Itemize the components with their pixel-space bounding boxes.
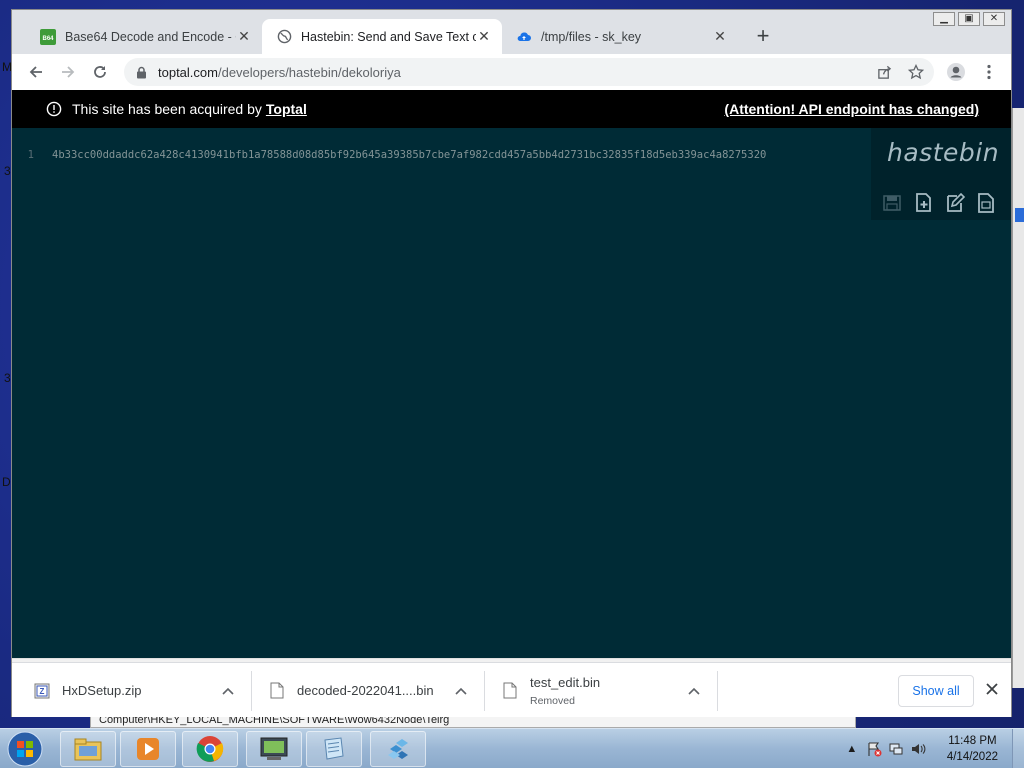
clock-date: 4/14/2022 [946, 751, 998, 763]
tab-title: /tmp/files - sk_key [541, 29, 642, 44]
system-clock[interactable]: 11:48 PM 4/14/2022 [947, 733, 998, 765]
zip-file-icon: Z [34, 682, 50, 700]
hastebin-toolbar: hastebin [871, 128, 1011, 220]
download-status: Removed [530, 694, 575, 707]
svg-text:B64: B64 [42, 36, 54, 42]
tab-strip: B64 Base64 Decode and Encode - Online ✕ … [12, 10, 1011, 54]
url-path: /developers/hastebin/dekoloriya [217, 64, 401, 80]
new-document-icon[interactable] [913, 192, 935, 214]
cloud-upload-icon [516, 29, 532, 45]
address-bar[interactable]: toptal.com/developers/hastebin/dekoloriy… [124, 58, 934, 86]
action-center-flag-icon[interactable] [866, 741, 882, 757]
back-icon[interactable] [24, 60, 48, 84]
page-content: This site has been acquired by Toptal (A… [12, 90, 1011, 658]
close-tab-icon[interactable]: ✕ [476, 28, 492, 45]
file-icon [269, 682, 285, 700]
maximize-icon[interactable]: ▣ [958, 12, 980, 26]
file-icon [502, 682, 518, 700]
toptal-link[interactable]: Toptal [266, 101, 307, 117]
download-filename: decoded-2022041....bin [297, 683, 434, 698]
reload-icon[interactable] [88, 60, 112, 84]
chevron-up-icon[interactable] [686, 682, 702, 700]
menu-kebab-icon[interactable] [977, 60, 1001, 84]
code-editor[interactable]: 1 4b33cc00ddaddc62a428c4130941bfb1a78588… [12, 128, 1011, 658]
chevron-up-icon[interactable] [220, 682, 236, 700]
taskbar-registry-editor-icon[interactable] [370, 731, 426, 767]
download-divider [251, 671, 252, 711]
banner-message: This site has been acquired by [72, 101, 262, 117]
close-window-icon[interactable]: ✕ [983, 12, 1005, 26]
globe-icon [276, 29, 292, 45]
acquisition-banner: This site has been acquired by Toptal (A… [12, 90, 1011, 128]
lock-icon[interactable] [134, 66, 148, 79]
taskbar-chrome-icon[interactable] [182, 731, 238, 767]
background-window-edge [1012, 108, 1024, 688]
download-filename: HxDSetup.zip [62, 683, 142, 698]
taskbar-media-player-icon[interactable] [120, 731, 176, 767]
download-divider [717, 671, 718, 711]
tab-base64[interactable]: B64 Base64 Decode and Encode - Online ✕ [26, 19, 262, 54]
window-controls: ▁ ▣ ✕ [933, 12, 1005, 26]
browser-window: B64 Base64 Decode and Encode - Online ✕ … [11, 9, 1012, 717]
raw-text-icon[interactable] [975, 192, 997, 214]
code-line: 1 4b33cc00ddaddc62a428c4130941bfb1a78588… [12, 149, 767, 161]
base64-favicon: B64 [40, 28, 56, 45]
taskbar-notepad-icon[interactable] [306, 731, 362, 767]
code-text[interactable]: 4b33cc00ddaddc62a428c4130941bfb1a78588d0… [52, 149, 766, 161]
share-icon[interactable] [872, 60, 896, 84]
volume-icon[interactable] [910, 741, 926, 757]
start-button[interactable] [4, 730, 46, 768]
desktop-edge-letter: 3 [4, 164, 11, 178]
desktop-edge-letter: 3 [4, 371, 11, 385]
close-tab-icon[interactable]: ✕ [712, 28, 728, 45]
taskbar-explorer-icon[interactable] [60, 731, 116, 767]
new-tab-button[interactable]: + [750, 24, 776, 50]
duplicate-edit-icon[interactable] [944, 192, 966, 214]
tab-title: Hastebin: Send and Save Text or Code Sni… [301, 29, 476, 44]
save-icon[interactable] [881, 192, 903, 214]
show-hidden-icons-icon[interactable]: ▲ [844, 741, 860, 757]
download-item[interactable]: decoded-2022041....bin [269, 663, 479, 718]
download-item[interactable]: Z HxDSetup.zip [34, 663, 244, 718]
tab-title: Base64 Decode and Encode - Online [65, 29, 236, 44]
close-downloads-bar-icon[interactable] [982, 679, 1002, 699]
download-item[interactable]: test_edit.bin Removed [502, 663, 712, 718]
show-all-downloads-button[interactable]: Show all [898, 675, 974, 707]
taskbar: ▲ 11:48 PM 4/14/2022 [0, 728, 1024, 768]
minimize-icon[interactable]: ▁ [933, 12, 955, 26]
bookmark-star-icon[interactable] [904, 60, 928, 84]
tab-hastebin[interactable]: Hastebin: Send and Save Text or Code Sni… [262, 19, 502, 54]
chevron-up-icon[interactable] [453, 682, 469, 700]
desktop-edge-letter: D [2, 475, 11, 489]
browser-toolbar: toptal.com/developers/hastebin/dekoloriy… [12, 54, 1011, 90]
tab-tmp-files[interactable]: /tmp/files - sk_key ✕ [502, 19, 738, 54]
api-endpoint-notice-link[interactable]: (Attention! API endpoint has changed) [724, 101, 979, 117]
downloads-bar: Z HxDSetup.zip decoded-2022041....bin te… [12, 662, 1011, 717]
clock-time: 11:48 PM [948, 735, 997, 747]
download-divider [484, 671, 485, 711]
hastebin-logo: hastebin [887, 138, 1000, 167]
profile-avatar-icon[interactable] [944, 60, 968, 84]
show-desktop-button[interactable] [1012, 729, 1024, 768]
forward-icon[interactable] [56, 60, 80, 84]
url-text[interactable]: toptal.com/developers/hastebin/dekoloriy… [158, 65, 401, 80]
svg-text:Z: Z [40, 687, 45, 696]
taskbar-terminal-icon[interactable] [246, 731, 302, 767]
url-host: toptal.com [158, 64, 218, 80]
download-filename: test_edit.bin [530, 674, 601, 690]
info-icon [46, 101, 62, 117]
system-tray: ▲ 11:48 PM 4/14/2022 [841, 729, 1024, 768]
line-number: 1 [27, 149, 34, 161]
close-tab-icon[interactable]: ✕ [236, 28, 252, 45]
network-icon[interactable] [888, 741, 904, 757]
